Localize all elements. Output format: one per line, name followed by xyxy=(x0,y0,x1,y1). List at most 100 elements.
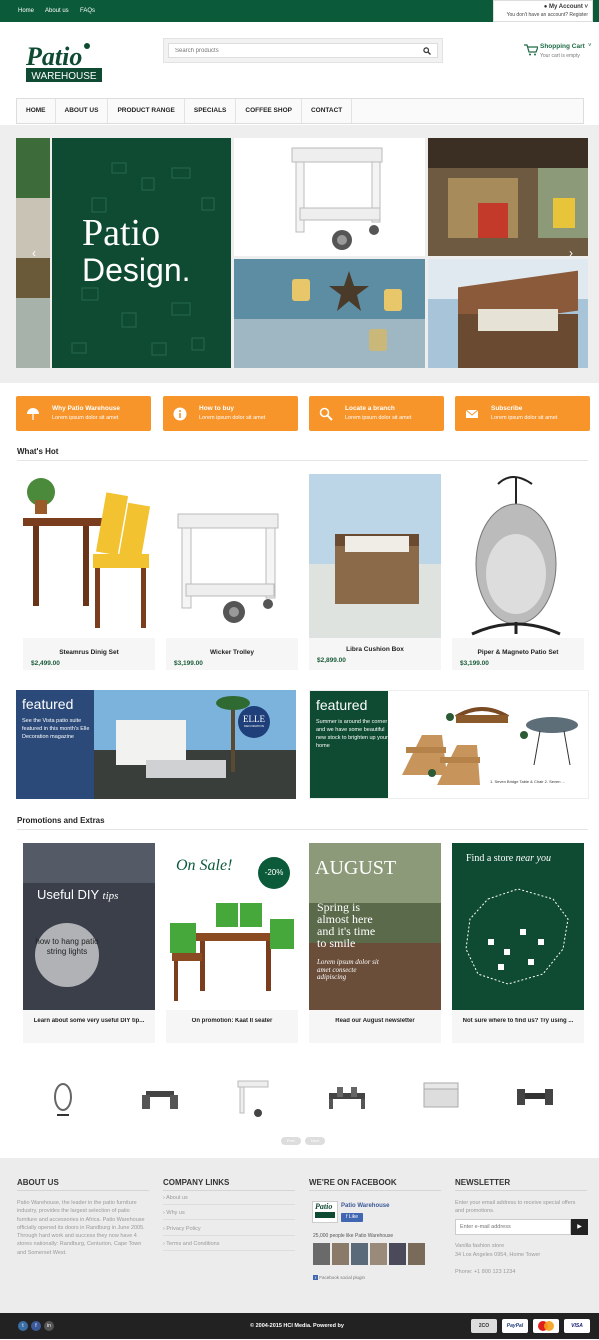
promo-title: On Sale! xyxy=(176,857,233,874)
carousel-thumb[interactable] xyxy=(327,1075,367,1119)
promo-title: Useful DIY xyxy=(37,887,99,902)
footer-link-about[interactable]: › About us xyxy=(163,1195,295,1205)
account-register-text[interactable]: You don't have an account? Register xyxy=(498,12,588,18)
promo-caption[interactable]: On promotion: Kaat II seater xyxy=(166,1018,298,1024)
carousel-thumb[interactable] xyxy=(234,1075,274,1119)
hero-tile-trolley xyxy=(234,138,425,256)
footer-link-terms[interactable]: › Terms and Conditions xyxy=(163,1241,295,1251)
product-card[interactable]: Libra Cushion Box $2,899.00 xyxy=(309,474,441,670)
top-link-home[interactable]: Home xyxy=(18,8,34,14)
feature-locate-branch[interactable]: Locate a branch Lorem ipsum dolor sit am… xyxy=(309,396,444,431)
featured-banner-elle[interactable]: ELLE DECORATION featured See the Vista p… xyxy=(16,690,296,799)
carousel-thumb[interactable] xyxy=(140,1075,180,1119)
feature-title: Subscribe xyxy=(491,405,523,412)
search-icon[interactable] xyxy=(423,47,431,57)
section-divider xyxy=(17,460,588,461)
nav-contact[interactable]: CONTACT xyxy=(302,99,353,123)
promo-image[interactable]: Find a store near you xyxy=(452,843,584,1010)
search-input[interactable] xyxy=(169,44,409,58)
product-image[interactable] xyxy=(309,474,441,638)
feature-why-patio-warehouse[interactable]: Why Patio Warehouse Lorem ipsum dolor si… xyxy=(16,396,151,431)
facebook-fans xyxy=(313,1243,425,1265)
featured-title: featured xyxy=(316,697,368,713)
footer-link-why[interactable]: › Why us xyxy=(163,1210,295,1220)
twitter-icon[interactable]: t xyxy=(18,1321,28,1331)
newsletter-submit-button[interactable]: ▶ xyxy=(571,1219,588,1235)
hero-tile-patio xyxy=(428,138,588,256)
footer-link-privacy[interactable]: › Privacy Policy xyxy=(163,1226,295,1236)
featured-banner-new-stock[interactable]: featured Summer is around the corner and… xyxy=(309,690,589,799)
promo-image[interactable]: AUGUST Spring is almost here and it's ti… xyxy=(309,843,441,1010)
product-image[interactable] xyxy=(23,474,155,638)
search-icon xyxy=(319,407,333,421)
logo-bottom-text: WAREHOUSE xyxy=(31,71,97,82)
featured-text: Summer is around the corner and we have … xyxy=(316,719,388,749)
promo-image[interactable]: On Sale! -20% xyxy=(166,843,298,1010)
top-link-faqs[interactable]: FAQs xyxy=(80,8,95,14)
facebook-page-logo[interactable]: Patio xyxy=(312,1201,338,1223)
featured-text: See the Vista patio suite featured in th… xyxy=(22,718,90,740)
product-price: $2,499.00 xyxy=(31,660,60,667)
promo-caption[interactable]: Read our August newsletter xyxy=(309,1018,441,1024)
product-name[interactable]: Steamrus Dinig Set xyxy=(23,649,155,656)
promotions-heading: Promotions and Extras xyxy=(17,816,105,825)
promo-circle-text: how to hang patio string lights xyxy=(35,923,99,987)
promo-card[interactable]: Find a store near you Not sure where to … xyxy=(452,843,584,1043)
product-name[interactable]: Piper & Magneto Patio Set xyxy=(452,649,584,656)
top-link-about[interactable]: About us xyxy=(45,8,69,14)
promo-card[interactable]: Useful DIY tips how to hang patio string… xyxy=(23,843,155,1043)
facebook-page-name[interactable]: Patio Warehouse xyxy=(341,1203,389,1209)
account-label[interactable]: My Account xyxy=(549,4,583,10)
promo-image[interactable]: Useful DIY tips how to hang patio string… xyxy=(23,843,155,1010)
nav-specials[interactable]: SPECIALS xyxy=(185,99,237,123)
map-icon xyxy=(465,888,569,985)
carousel-next-button[interactable]: Next xyxy=(305,1137,325,1145)
shopping-cart[interactable]: Shopping Cart ˅ Your cart is empty xyxy=(522,42,597,62)
product-price: $2,899.00 xyxy=(317,657,346,664)
whats-hot-heading: What's Hot xyxy=(17,447,59,456)
feature-title: Locate a branch xyxy=(345,405,395,412)
featured-panel: featured See the Vista patio suite featu… xyxy=(16,690,94,799)
hero-title-line2: Design. xyxy=(82,252,191,288)
rss-icon[interactable]: in xyxy=(44,1321,54,1331)
footer-divider xyxy=(455,1190,587,1191)
product-image[interactable] xyxy=(452,474,584,638)
carousel-thumb[interactable] xyxy=(422,1075,462,1119)
hero-tile-lanterns xyxy=(234,259,425,368)
carousel-thumb[interactable] xyxy=(515,1075,555,1119)
feature-title: Why Patio Warehouse xyxy=(52,405,121,412)
arrow-right-icon: ▶ xyxy=(577,1224,582,1230)
product-name[interactable]: Libra Cushion Box xyxy=(309,646,441,653)
product-name[interactable]: Wicker Trolley xyxy=(166,649,298,656)
promo-card[interactable]: AUGUST Spring is almost here and it's ti… xyxy=(309,843,441,1043)
newsletter-email-input[interactable] xyxy=(455,1219,571,1235)
cart-title[interactable]: Shopping Cart xyxy=(540,43,585,50)
user-icon: ● xyxy=(543,4,548,10)
hero-tile-cushion-box xyxy=(428,259,588,368)
product-card[interactable]: Wicker Trolley $3,199.00 xyxy=(166,474,298,670)
elle-badge-title: ELLE xyxy=(243,714,265,724)
feature-sub: Lorem ipsum dolor sit amet xyxy=(491,415,558,421)
promo-card[interactable]: On Sale! -20% On promotion: Kaat II seat… xyxy=(166,843,298,1043)
facebook-icon[interactable]: f xyxy=(31,1321,41,1331)
carousel-thumb[interactable] xyxy=(43,1075,83,1119)
feature-how-to-buy[interactable]: How to buy Lorem ipsum dolor sit amet xyxy=(163,396,298,431)
carousel-prev-button[interactable]: Prev xyxy=(281,1137,301,1145)
nav-about-us[interactable]: ABOUT US xyxy=(56,99,109,123)
product-card[interactable]: Steamrus Dinig Set $2,499.00 xyxy=(23,474,155,670)
account-box[interactable]: ● My Account ˅ You don't have an account… xyxy=(493,0,593,22)
nav-product-range[interactable]: PRODUCT RANGE xyxy=(108,99,185,123)
logo[interactable]: Patio WAREHOUSE xyxy=(24,38,104,84)
nav-home[interactable]: HOME xyxy=(17,99,56,123)
feature-subscribe[interactable]: Subscribe Lorem ipsum dolor sit amet xyxy=(455,396,590,431)
product-image[interactable] xyxy=(166,474,298,638)
hero-prev-arrow[interactable]: ‹ xyxy=(28,244,40,262)
hero-title-line1: Patio xyxy=(82,212,161,254)
footer-newsletter-heading: Newsletter xyxy=(455,1178,511,1187)
promo-caption[interactable]: Learn about some very useful DIY tip... xyxy=(23,1018,155,1024)
nav-coffee-shop[interactable]: COFFEE SHOP xyxy=(236,99,302,123)
footer-about-heading: About Us xyxy=(17,1178,59,1187)
product-card[interactable]: Piper & Magneto Patio Set $3,199.00 xyxy=(452,474,584,670)
facebook-like-button[interactable]: f Like xyxy=(341,1213,363,1222)
promo-caption[interactable]: Not sure where to find us? Try using ... xyxy=(452,1018,584,1024)
